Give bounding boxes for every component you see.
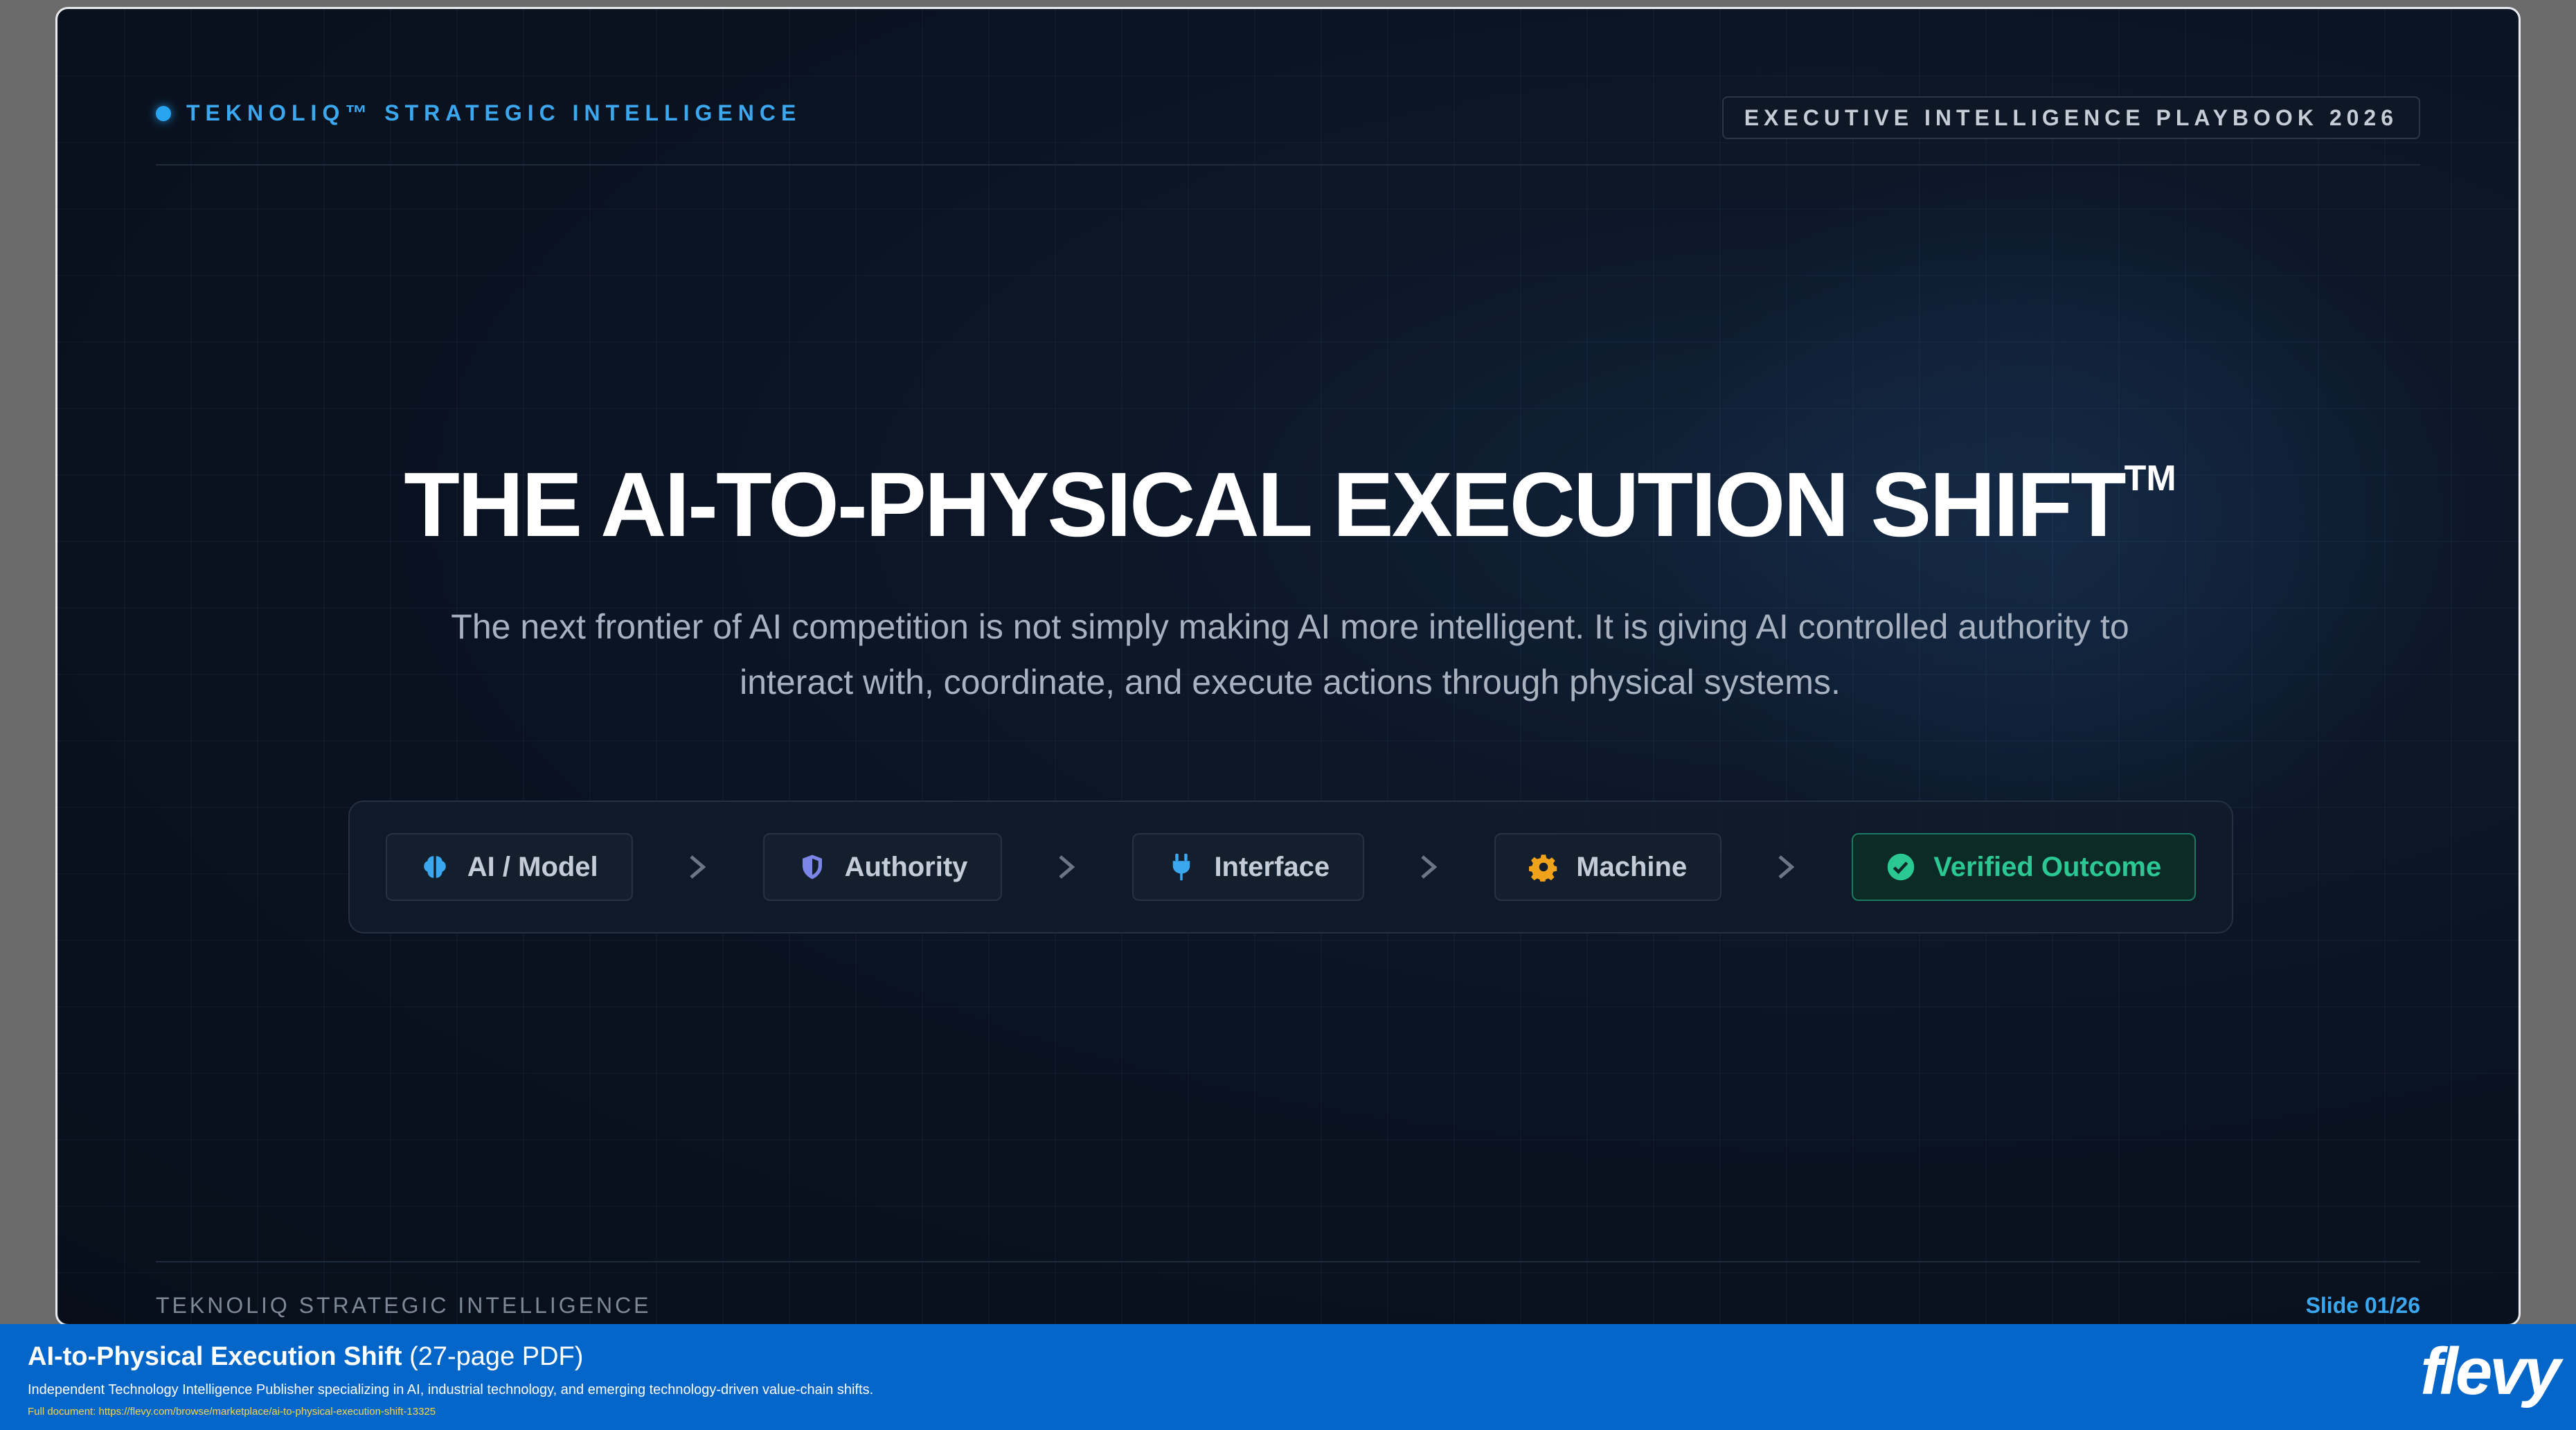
- flow-step-interface: Interface: [1132, 833, 1365, 901]
- execution-flow: AI / Model Authority Interface Machine V…: [348, 801, 2233, 933]
- trademark-mark: TM: [2124, 458, 2176, 499]
- flow-step-verified-outcome: Verified Outcome: [1852, 833, 2197, 901]
- chevron-right-icon: [1396, 833, 1463, 901]
- footer-divider: [156, 1261, 2420, 1262]
- slide-subtitle: The next frontier of AI competition is n…: [451, 607, 2129, 701]
- flow-step-ai-model: AI / Model: [385, 833, 633, 901]
- banner-page-count: (27-page PDF): [402, 1342, 584, 1371]
- flow-step-label: AI / Model: [467, 851, 598, 882]
- banner-description: Independent Technology Intelligence Publ…: [28, 1382, 874, 1397]
- flow-step-label: Verified Outcome: [1933, 851, 2162, 882]
- check-circle-icon: [1886, 852, 1915, 882]
- brain-icon: [420, 852, 449, 882]
- slide: TEKNOLIQ™ STRATEGIC INTELLIGENCE EXECUTI…: [55, 7, 2521, 1326]
- flow-step-machine: Machine: [1494, 833, 1722, 901]
- shield-icon: [798, 852, 827, 882]
- document-viewer: TEKNOLIQ™ STRATEGIC INTELLIGENCE EXECUTI…: [0, 0, 2576, 1430]
- chevron-right-icon: [1753, 833, 1820, 901]
- flow-step-label: Authority: [844, 851, 968, 882]
- chevron-right-icon: [1034, 833, 1100, 901]
- flevy-logo[interactable]: flevy: [2420, 1334, 2561, 1410]
- slide-title: THE AI-TO-PHYSICAL EXECUTION SHIFTTM: [57, 452, 2519, 557]
- banner-title[interactable]: AI-to-Physical Execution Shift (27-page …: [28, 1342, 583, 1372]
- slide-title-text: THE AI-TO-PHYSICAL EXECUTION SHIFT: [404, 454, 2126, 555]
- brand: TEKNOLIQ™ STRATEGIC INTELLIGENCE: [156, 100, 801, 126]
- slide-header: TEKNOLIQ™ STRATEGIC INTELLIGENCE EXECUTI…: [156, 71, 2420, 166]
- flow-step-authority: Authority: [762, 833, 1003, 901]
- slide-number: Slide 01/26: [2305, 1293, 2420, 1318]
- playbook-tag: EXECUTIVE INTELLIGENCE PLAYBOOK 2026: [1721, 96, 2420, 139]
- brand-name: TEKNOLIQ™ STRATEGIC INTELLIGENCE: [186, 100, 802, 125]
- banner-document-name: AI-to-Physical Execution Shift: [28, 1342, 402, 1371]
- flevy-banner[interactable]: AI-to-Physical Execution Shift (27-page …: [0, 1324, 2576, 1430]
- flow-step-label: Machine: [1576, 851, 1688, 882]
- footer-brand: TEKNOLIQ STRATEGIC INTELLIGENCE: [156, 1293, 652, 1318]
- banner-document-link[interactable]: Full document: https://flevy.com/browse/…: [28, 1406, 436, 1418]
- chevron-right-icon: [665, 833, 731, 901]
- plug-icon: [1167, 852, 1196, 882]
- brand-dot-icon: [156, 105, 171, 121]
- flow-step-label: Interface: [1214, 851, 1330, 882]
- gear-icon: [1529, 852, 1558, 882]
